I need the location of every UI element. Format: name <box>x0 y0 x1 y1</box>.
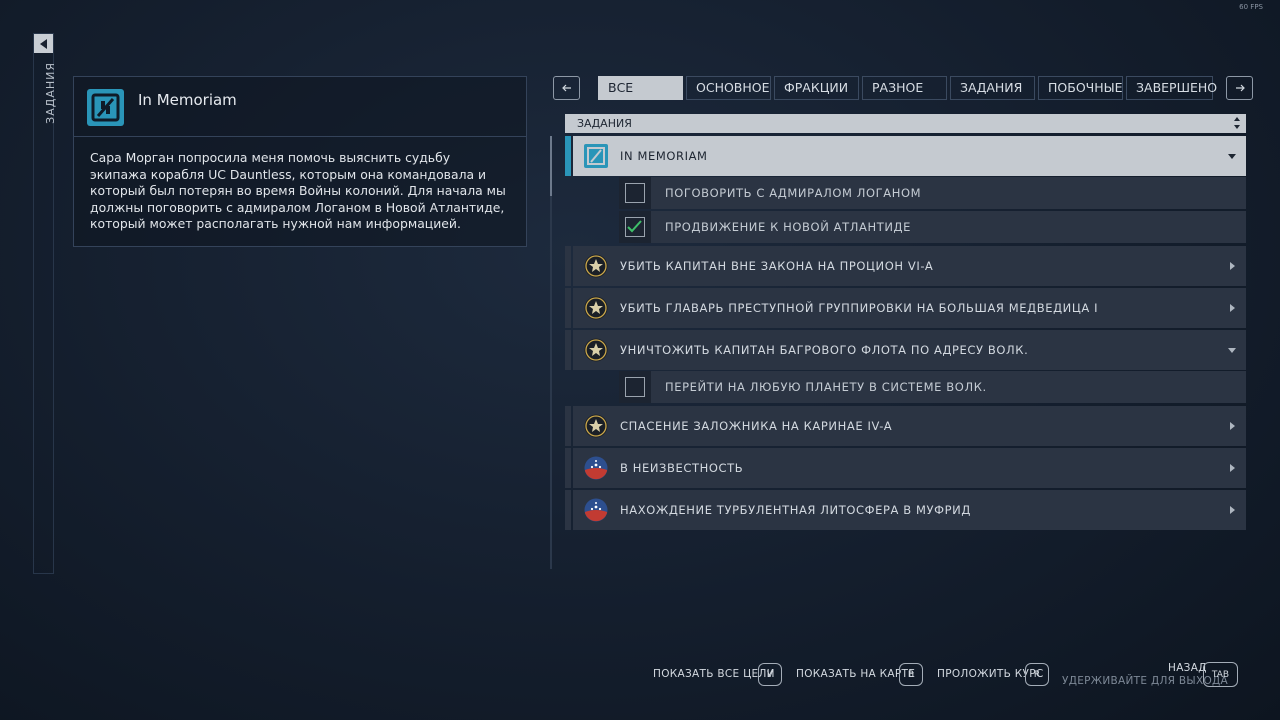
mission-detail-header: In Memoriam <box>74 77 526 137</box>
mission-label: УНИЧТОЖИТЬ КАПИТАН БАГРОВОГО ФЛОТА ПО АД… <box>620 343 1029 357</box>
checkbox-checked-icon <box>625 217 645 237</box>
side-rail: ЗАДАНИЯ <box>33 33 57 574</box>
chevron-right-icon <box>1230 464 1235 472</box>
chevron-right-icon <box>1230 304 1235 312</box>
hint-back-label: НАЗАД <box>1168 662 1207 674</box>
arrow-left-icon <box>39 38 47 49</box>
mission-label: УБИТЬ КАПИТАН ВНЕ ЗАКОНА НА ПРОЦИОН VI-A <box>620 259 934 273</box>
key-show-map-button[interactable]: B <box>899 663 923 686</box>
mission-list-header[interactable]: ЗАДАНИЯ <box>565 114 1246 133</box>
scrollbar-thumb[interactable] <box>550 136 552 196</box>
arrow-left-icon <box>561 84 571 92</box>
bounty-emblem-icon <box>584 414 608 438</box>
mission-list-header-label: ЗАДАНИЯ <box>577 117 632 130</box>
chevron-right-icon <box>1230 262 1235 270</box>
row-accent <box>565 448 571 488</box>
united-colonies-icon <box>584 498 608 522</box>
mission-row[interactable]: В НЕИЗВЕСТНОСТЬ <box>573 448 1246 488</box>
objective-row[interactable]: ПЕРЕЙТИ НА ЛЮБУЮ ПЛАНЕТУ В СИСТЕМЕ ВОЛК. <box>619 371 1246 403</box>
side-back-button[interactable] <box>34 34 53 53</box>
memoriam-mission-icon <box>584 144 608 168</box>
mission-row[interactable]: УБИТЬ КАПИТАН ВНЕ ЗАКОНА НА ПРОЦИОН VI-A <box>573 246 1246 286</box>
chevron-right-icon <box>1230 422 1235 430</box>
row-accent <box>565 246 571 286</box>
objective-label: ПЕРЕЙТИ НА ЛЮБУЮ ПЛАНЕТУ В СИСТЕМЕ ВОЛК. <box>665 380 987 394</box>
row-accent <box>565 330 571 370</box>
scrollbar-track[interactable] <box>550 136 552 569</box>
fps-counter: 60 FPS <box>1239 3 1263 11</box>
hint-show-all-label: ПОКАЗАТЬ ВСЕ ЦЕЛИ <box>653 668 775 680</box>
key-show-all-button[interactable]: V <box>758 663 782 686</box>
memoriam-mission-icon <box>87 89 124 126</box>
side-rail-label: ЗАДАНИЯ <box>43 62 57 124</box>
sort-icon <box>1234 117 1240 129</box>
tab-missions[interactable]: ЗАДАНИЯ <box>950 76 1035 100</box>
checkbox-unchecked-icon <box>625 183 645 203</box>
mission-row[interactable]: НАХОЖДЕНИЕ ТУРБУЛЕНТНАЯ ЛИТОСФЕРА В МУФР… <box>573 490 1246 530</box>
mission-label: НАХОЖДЕНИЕ ТУРБУЛЕНТНАЯ ЛИТОСФЕРА В МУФР… <box>620 503 971 517</box>
objective-label: ПОГОВОРИТЬ С АДМИРАЛОМ ЛОГАНОМ <box>665 186 922 200</box>
objective-checkbox-wrap <box>619 211 651 243</box>
arrow-right-icon <box>1235 84 1245 92</box>
tab-factions[interactable]: ФРАКЦИИ <box>774 76 859 100</box>
tab-next-button[interactable] <box>1226 76 1253 100</box>
objective-checkbox-wrap <box>619 177 651 209</box>
key-set-course-button[interactable]: R <box>1025 663 1049 686</box>
bounty-emblem-icon <box>584 338 608 362</box>
chevron-right-icon <box>1230 506 1235 514</box>
bounty-emblem-icon <box>584 254 608 278</box>
mission-label: В НЕИЗВЕСТНОСТЬ <box>620 461 744 475</box>
key-back-button[interactable]: TAB <box>1203 662 1238 687</box>
mission-row[interactable]: СПАСЕНИЕ ЗАЛОЖНИКА НА КАРИНАЕ IV-A <box>573 406 1246 446</box>
tab-prev-button[interactable] <box>553 76 580 100</box>
row-accent <box>565 288 571 328</box>
tab-main[interactable]: ОСНОВНОЕ <box>686 76 771 100</box>
tab-all[interactable]: ВСЕ <box>598 76 683 100</box>
chevron-down-icon <box>1228 348 1236 353</box>
mission-detail-panel: In Memoriam Сара Морган попросила меня п… <box>73 76 527 247</box>
mission-row[interactable]: УНИЧТОЖИТЬ КАПИТАН БАГРОВОГО ФЛОТА ПО АД… <box>573 330 1246 370</box>
hint-show-map-label: ПОКАЗАТЬ НА КАРТЕ <box>796 668 916 680</box>
mission-label: IN MEMORIAM <box>620 149 708 163</box>
united-colonies-icon <box>584 456 608 480</box>
mission-row[interactable]: УБИТЬ ГЛАВАРЬ ПРЕСТУПНОЙ ГРУППИРОВКИ НА … <box>573 288 1246 328</box>
objective-checkbox-wrap <box>619 371 651 403</box>
mission-label: УБИТЬ ГЛАВАРЬ ПРЕСТУПНОЙ ГРУППИРОВКИ НА … <box>620 301 1099 315</box>
objective-label: ПРОДВИЖЕНИЕ К НОВОЙ АТЛАНТИДЕ <box>665 220 911 234</box>
objective-row[interactable]: ПОГОВОРИТЬ С АДМИРАЛОМ ЛОГАНОМ <box>619 177 1246 209</box>
mission-row[interactable]: IN MEMORIAM <box>573 136 1246 176</box>
tab-misc[interactable]: РАЗНОЕ <box>862 76 947 100</box>
row-accent <box>565 490 571 530</box>
mission-detail-description: Сара Морган попросила меня помочь выясни… <box>90 150 506 231</box>
tab-side[interactable]: ПОБОЧНЫЕ <box>1038 76 1123 100</box>
active-row-accent <box>565 136 571 176</box>
mission-detail-title: In Memoriam <box>138 91 237 109</box>
mission-label: СПАСЕНИЕ ЗАЛОЖНИКА НА КАРИНАЕ IV-A <box>620 419 893 433</box>
bounty-emblem-icon <box>584 296 608 320</box>
row-accent <box>565 406 571 446</box>
chevron-down-icon <box>1228 154 1236 159</box>
objective-row[interactable]: ПРОДВИЖЕНИЕ К НОВОЙ АТЛАНТИДЕ <box>619 211 1246 243</box>
side-rail-label-wrap: ЗАДАНИЯ <box>35 62 57 182</box>
tab-completed[interactable]: ЗАВЕРШЕНО <box>1126 76 1217 100</box>
checkbox-unchecked-icon <box>625 377 645 397</box>
